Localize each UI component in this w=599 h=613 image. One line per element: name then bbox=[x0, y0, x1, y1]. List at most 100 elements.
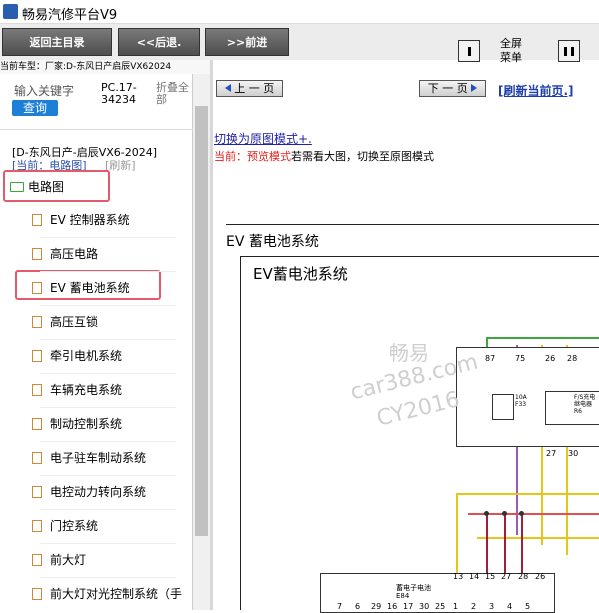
file-icon bbox=[32, 520, 42, 532]
pin-number: 15 bbox=[485, 572, 496, 581]
fuse-label: 10A F33 bbox=[515, 394, 527, 408]
folder-icon bbox=[10, 182, 24, 192]
tree-item-label: 高压互锁 bbox=[50, 315, 99, 329]
pin-number: 28 bbox=[518, 572, 529, 581]
fullscreen-menu[interactable]: 全屏 菜单 bbox=[500, 37, 522, 65]
pin-number: 75 bbox=[515, 354, 526, 363]
tree-item[interactable]: 车辆充电系统 bbox=[32, 373, 192, 407]
file-icon bbox=[32, 248, 42, 260]
junction-dot bbox=[502, 511, 507, 516]
divider bbox=[0, 129, 193, 130]
tree-item-label: 牵引电机系统 bbox=[50, 349, 123, 363]
tree-item[interactable]: 制动控制系统 bbox=[32, 407, 192, 441]
prev-page-label: 上 一 页 bbox=[234, 82, 275, 95]
diagram-title: EV蓄电池系统 bbox=[253, 265, 348, 283]
fold-all-link[interactable]: 折叠全 部 bbox=[156, 82, 194, 106]
mode-hint: 若需看大图，切换至原图模式 bbox=[291, 150, 434, 163]
file-icon bbox=[32, 554, 42, 566]
tree-root-node[interactable]: 电路图 bbox=[10, 178, 64, 195]
back-button[interactable]: <<后退. bbox=[118, 28, 200, 56]
tree-root-label: 电路图 bbox=[28, 180, 65, 194]
tree-item-label: EV 蓄电池系统 bbox=[50, 281, 130, 295]
pin-number: 27 bbox=[501, 572, 512, 581]
wire bbox=[456, 493, 458, 573]
next-page-label: 下 一 页 bbox=[427, 82, 468, 95]
file-icon bbox=[32, 282, 42, 294]
forward-button[interactable]: >>前进 bbox=[205, 28, 289, 56]
pin-number: 30 bbox=[568, 449, 579, 458]
prev-page-button[interactable]: 上 一 页 bbox=[216, 80, 283, 97]
doc-number-line2: 34234 bbox=[101, 93, 136, 106]
wire bbox=[521, 513, 523, 573]
home-button[interactable]: 返回主目录 bbox=[2, 28, 112, 56]
expand-icon bbox=[564, 47, 567, 56]
refresh-page-link[interactable]: [刷新当前页.] bbox=[498, 82, 574, 99]
arrow-right-icon bbox=[471, 84, 478, 92]
toolbar: 返回主目录 <<后退. >>前进 全屏 菜单 bbox=[0, 24, 599, 64]
tree-item[interactable]: 高压互锁 bbox=[32, 305, 192, 339]
search-button[interactable]: 查询 bbox=[12, 100, 58, 116]
divider bbox=[226, 224, 599, 225]
collapse-icon bbox=[468, 47, 471, 56]
expand-icon-bar bbox=[571, 47, 574, 56]
fullscreen-label: 全屏 bbox=[500, 37, 522, 50]
tree-item-label: 电控动力转向系统 bbox=[50, 485, 147, 499]
tree-item-label: 电子驻车制动系统 bbox=[50, 451, 147, 465]
tree-item-label: EV 控制器系统 bbox=[50, 213, 130, 227]
file-icon bbox=[32, 214, 42, 226]
next-page-button[interactable]: 下 一 页 bbox=[419, 80, 486, 97]
expand-panel-button[interactable] bbox=[558, 40, 580, 62]
wiring-diagram[interactable]: EV蓄电池系统 87 75 26 28 10A F33 F/S充电 继电器 R6… bbox=[240, 256, 599, 613]
relay-component: F/S充电 继电器 R6 bbox=[545, 391, 599, 425]
tree-item-label: 门控系统 bbox=[50, 519, 99, 533]
file-icon bbox=[32, 452, 42, 464]
fuse-icon bbox=[492, 394, 514, 420]
app-icon bbox=[3, 4, 18, 19]
wire bbox=[486, 337, 599, 339]
junction-dot bbox=[484, 511, 489, 516]
page-title: EV 蓄电池系统 bbox=[226, 234, 319, 250]
pin-number: 28 bbox=[567, 354, 578, 363]
tree-item[interactable]: EV 控制器系统 bbox=[32, 203, 192, 237]
pin-number: 26 bbox=[545, 354, 556, 363]
mode-status: 当前：预览模式若需看大图，切换至原图模式 bbox=[214, 148, 434, 164]
file-icon bbox=[32, 316, 42, 328]
pin-number: 13 bbox=[453, 572, 464, 581]
tree-item[interactable]: 前大灯对光控制系统（手 bbox=[32, 577, 192, 611]
tree-item-label: 制动控制系统 bbox=[50, 417, 123, 431]
pin-number: 14 bbox=[469, 572, 480, 581]
pin-number: 26 bbox=[535, 572, 546, 581]
scrollbar-thumb[interactable] bbox=[195, 106, 208, 536]
tree-item[interactable]: 电控动力转向系统 bbox=[32, 475, 192, 509]
menu-label: 菜单 bbox=[500, 51, 522, 64]
wire bbox=[486, 513, 488, 573]
collapse-panel-button[interactable] bbox=[458, 40, 480, 62]
pin-number: 27 bbox=[546, 449, 557, 458]
tree-item[interactable]: 电子驻车制动系统 bbox=[32, 441, 192, 475]
wire bbox=[504, 513, 506, 573]
wire bbox=[456, 493, 599, 495]
mode-current: 当前：预览模式 bbox=[214, 150, 291, 163]
left-panel: 输入关键字 查询 PC.17- 34234 折叠全 部 [D-东风日产-启辰VX… bbox=[0, 74, 193, 610]
tree-item-label: 车辆充电系统 bbox=[50, 383, 123, 397]
file-icon bbox=[32, 384, 42, 396]
junction-dot bbox=[519, 511, 524, 516]
fold-all-line2: 部 bbox=[156, 93, 167, 106]
tree-item[interactable]: 牵引电机系统 bbox=[32, 339, 192, 373]
app-title: 畅易汽修平台V9 bbox=[22, 8, 118, 23]
tree-item-label: 前大灯 bbox=[50, 553, 87, 567]
current-vehicle-bar: 当前车型：厂家:D-东风日产启辰VX62024 bbox=[0, 60, 210, 74]
file-icon bbox=[32, 418, 42, 430]
search-label[interactable]: 输入关键字 bbox=[14, 82, 74, 99]
tree-item[interactable]: 门控系统 bbox=[32, 509, 192, 543]
doc-number: PC.17- 34234 bbox=[101, 82, 151, 106]
tree-item[interactable]: 前大灯 bbox=[32, 543, 192, 577]
connector-label: 蓄电子电池 E84 bbox=[396, 584, 431, 600]
switch-mode-link[interactable]: 切换为原图模式+. bbox=[214, 130, 312, 147]
connector-box: 13 14 15 27 28 26 蓄电子电池 E84 7 6 29 16 17… bbox=[320, 572, 555, 613]
tree-item[interactable]: EV 蓄电池系统 bbox=[32, 271, 192, 305]
tree-item[interactable]: 高压电路 bbox=[32, 237, 192, 271]
arrow-left-icon bbox=[224, 84, 231, 92]
left-panel-scrollbar[interactable] bbox=[193, 74, 210, 610]
file-icon bbox=[32, 486, 42, 498]
